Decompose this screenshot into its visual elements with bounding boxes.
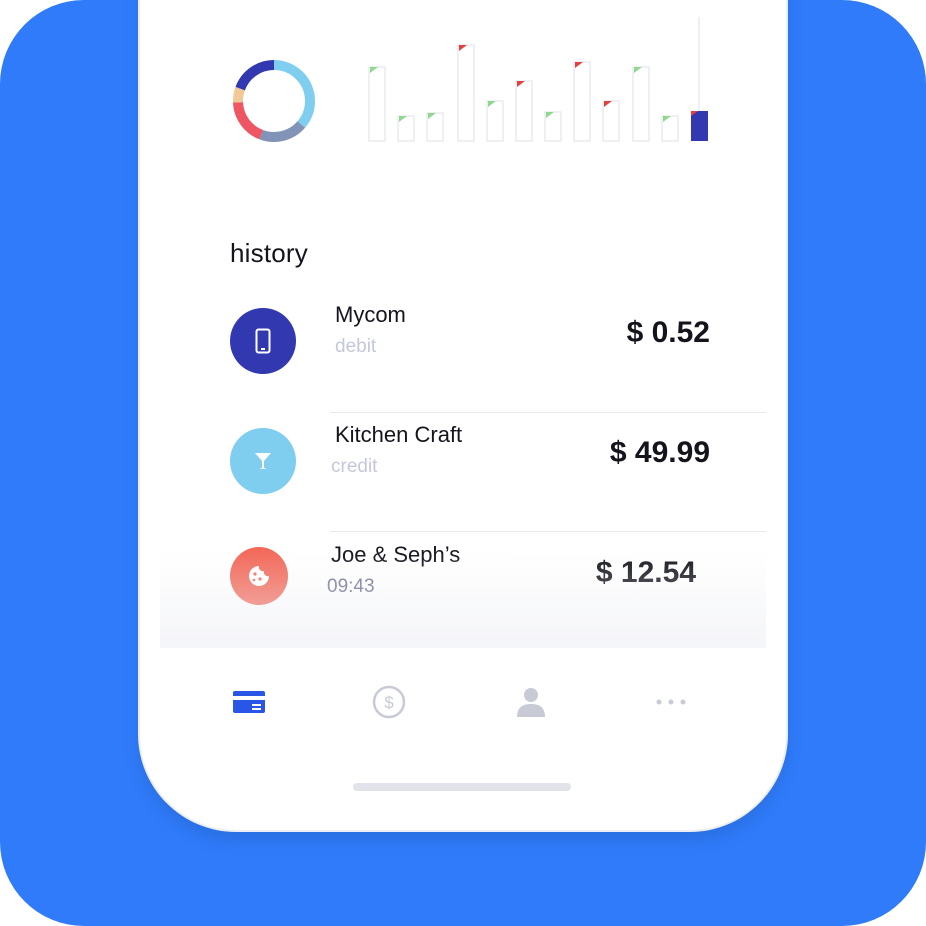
history-heading: history <box>230 238 308 268</box>
cocktail-icon <box>255 453 271 469</box>
bar-9 <box>602 100 620 142</box>
transaction-icon-badge <box>230 308 296 374</box>
bar-8 <box>573 61 591 142</box>
transaction-type: debit <box>335 336 377 357</box>
bottom-tab-bar: $ <box>160 648 766 800</box>
transaction-row[interactable]: Mycom debit $ 0.52 <box>160 276 766 386</box>
bar-12-current[interactable] <box>691 111 708 141</box>
cookie-icon <box>249 566 269 586</box>
transaction-icon-badge <box>230 547 288 605</box>
tab-cards[interactable] <box>229 682 269 722</box>
bar-1 <box>368 66 386 142</box>
transaction-amount: $ 0.52 <box>626 316 710 349</box>
profile-icon <box>517 688 545 717</box>
bar-4 <box>457 44 475 142</box>
spending-bar-chart <box>368 17 708 142</box>
transaction-type: credit <box>331 456 378 477</box>
svg-text:$: $ <box>384 693 394 712</box>
tab-profile[interactable] <box>511 682 551 722</box>
transaction-name: Mycom <box>335 302 406 327</box>
bar-10 <box>632 66 650 142</box>
phone-frame: history Mycom debit $ 0.52 Kitchen Craft… <box>140 0 786 830</box>
transaction-amount: $ 12.54 <box>595 556 696 589</box>
transaction-row[interactable]: Kitchen Craft credit $ 49.99 <box>160 396 766 506</box>
transaction-amount: $ 49.99 <box>609 436 710 469</box>
transaction-icon-badge <box>230 428 296 494</box>
phone-icon <box>255 328 271 354</box>
transaction-row[interactable]: Joe & Seph’s 09:43 $ 12.54 <box>160 516 766 626</box>
card-icon <box>233 691 265 713</box>
bar-6 <box>515 80 533 142</box>
bar-5 <box>486 100 504 142</box>
transaction-name: Joe & Seph’s <box>331 542 461 567</box>
transaction-time: 09:43 <box>327 576 375 597</box>
more-icon <box>656 699 686 705</box>
tab-more[interactable] <box>651 682 691 722</box>
home-indicator[interactable] <box>353 783 571 791</box>
transaction-name: Kitchen Craft <box>335 422 463 447</box>
tab-payments[interactable]: $ <box>369 682 409 722</box>
spending-donut-chart <box>233 60 315 142</box>
phone-screen: history Mycom debit $ 0.52 Kitchen Craft… <box>160 0 766 800</box>
dollar-icon: $ <box>372 685 406 719</box>
